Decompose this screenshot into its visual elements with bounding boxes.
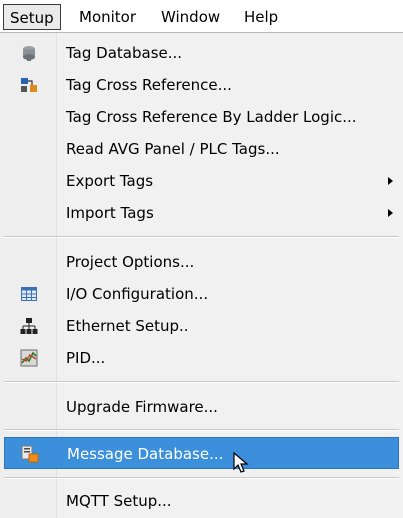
- menu-item-label: PID...: [66, 349, 106, 367]
- pid-icon: [20, 349, 38, 367]
- menu-item-label: Message Database...: [67, 445, 224, 463]
- menu-item-label: MQTT Setup...: [66, 492, 172, 510]
- io-configuration-icon: [21, 287, 37, 301]
- mouse-cursor-icon: [233, 452, 249, 473]
- menu-separator: [4, 236, 399, 238]
- menu-item-tag-database[interactable]: Tag Database...: [0, 37, 403, 69]
- menu-separator: [4, 381, 399, 383]
- network-icon: [20, 318, 38, 334]
- menu-monitor[interactable]: Monitor: [73, 4, 142, 30]
- cross-reference-icon: [21, 78, 37, 92]
- menu-item-label: Import Tags: [66, 204, 154, 222]
- menu-separator: [4, 477, 399, 479]
- menu-item-export-tags[interactable]: Export Tags: [0, 165, 403, 197]
- submenu-arrow-icon: [388, 209, 393, 217]
- menu-item-upgrade-firmware[interactable]: Upgrade Firmware...: [0, 391, 403, 423]
- menu-item-label: I/O Configuration...: [66, 285, 209, 303]
- message-database-icon: [21, 445, 39, 463]
- menu-window[interactable]: Window: [155, 4, 226, 30]
- menu-item-import-tags[interactable]: Import Tags: [0, 197, 403, 229]
- menu-item-project-options[interactable]: Project Options...: [0, 246, 403, 278]
- menu-item-mqtt-setup[interactable]: MQTT Setup...: [0, 485, 403, 517]
- menu-item-pid[interactable]: PID...: [0, 342, 403, 374]
- menu-item-label: Export Tags: [66, 172, 154, 190]
- setup-dropdown-menu: Tag Database... Tag Cross Reference... T…: [0, 32, 403, 518]
- menu-item-label: Upgrade Firmware...: [66, 398, 218, 416]
- tag-database-icon: [23, 46, 35, 61]
- menu-item-label: Project Options...: [66, 253, 195, 271]
- menu-item-tag-cross-reference-ladder[interactable]: Tag Cross Reference By Ladder Logic...: [0, 101, 403, 133]
- menu-item-label: Ethernet Setup..: [66, 317, 189, 335]
- menu-item-io-configuration[interactable]: I/O Configuration...: [0, 278, 403, 310]
- menu-setup[interactable]: Setup: [3, 4, 61, 30]
- menu-item-read-avg-panel-tags[interactable]: Read AVG Panel / PLC Tags...: [0, 133, 403, 165]
- menu-item-label: Tag Cross Reference By Ladder Logic...: [66, 108, 357, 126]
- submenu-arrow-icon: [388, 177, 393, 185]
- menu-item-tag-cross-reference[interactable]: Tag Cross Reference...: [0, 69, 403, 101]
- menu-item-ethernet-setup[interactable]: Ethernet Setup..: [0, 310, 403, 342]
- menu-item-message-database[interactable]: Message Database...: [4, 437, 399, 473]
- menu-help[interactable]: Help: [238, 4, 284, 30]
- menu-separator: [4, 429, 399, 431]
- menu-item-label: Read AVG Panel / PLC Tags...: [66, 140, 280, 158]
- menu-bar: Setup Monitor Window Help: [0, 0, 403, 34]
- menu-item-label: Tag Database...: [66, 44, 183, 62]
- menu-item-label: Tag Cross Reference...: [66, 76, 232, 94]
